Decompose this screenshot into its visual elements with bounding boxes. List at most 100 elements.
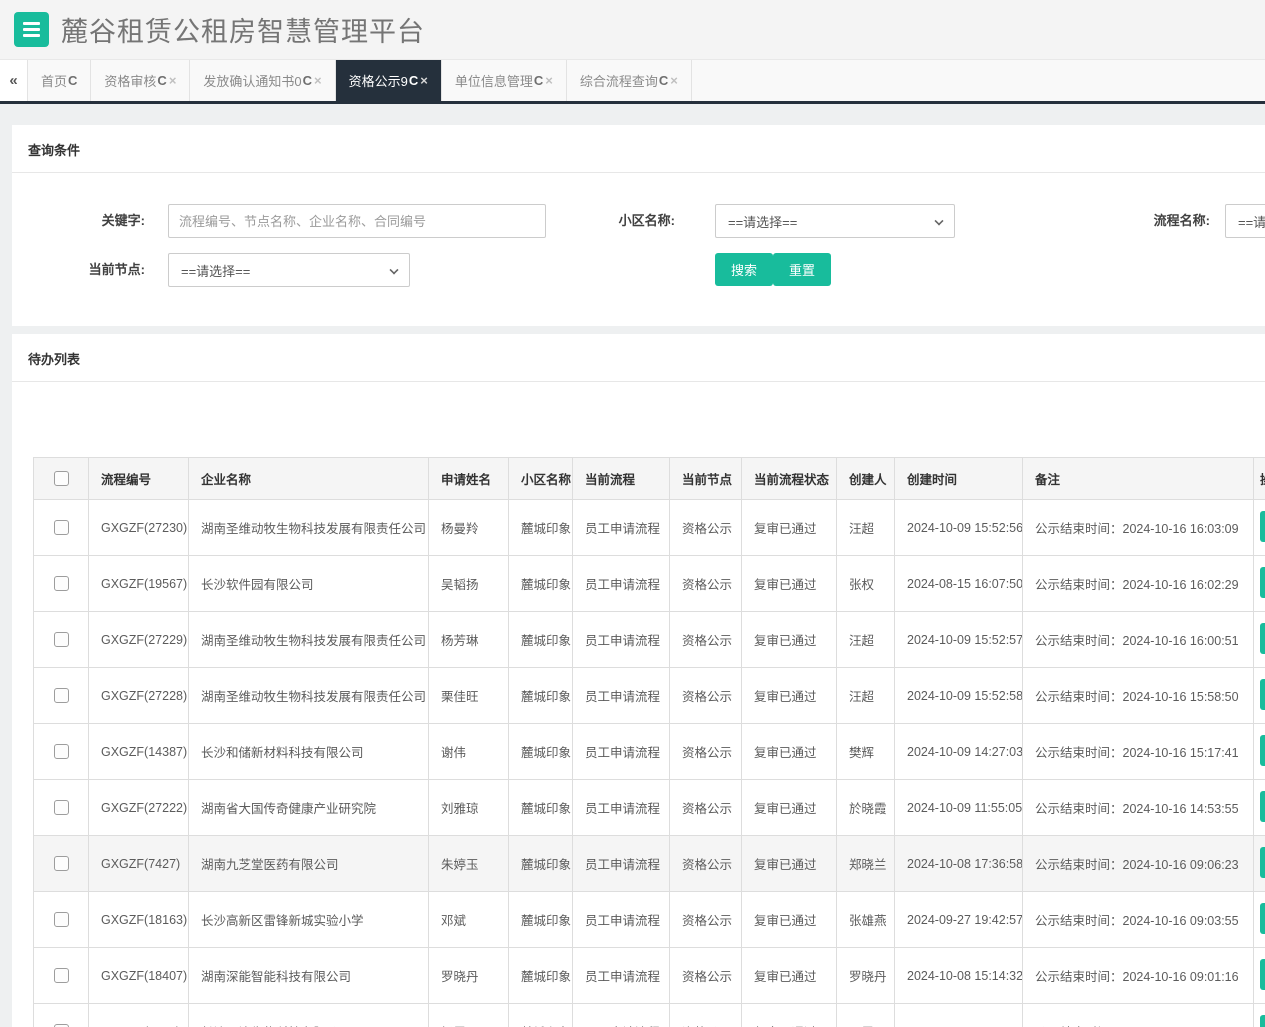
cell-process-no: GXGZF(18163) (89, 892, 189, 948)
refresh-icon[interactable]: C (659, 73, 668, 88)
search-button[interactable]: 搜索 (715, 253, 773, 286)
cell-creator: 汪超 (837, 500, 895, 556)
table-row: GXGZF(14387)长沙和储新材料科技有限公司谢伟麓城印象员工申请流程资格公… (34, 724, 1265, 780)
column-header-current-node: 当前节点 (670, 458, 742, 500)
menu-toggle-button[interactable] (14, 12, 49, 47)
table-row: GXGZF(27229)湖南圣维动牧生物科技发展有限责任公司杨芳琳麓城印象员工申… (34, 612, 1265, 668)
cell-applicant: 杨芳琳 (429, 612, 509, 668)
row-checkbox[interactable] (54, 576, 69, 591)
collapse-tabs-button[interactable]: « (0, 60, 28, 101)
row-action-button[interactable] (1260, 847, 1265, 878)
refresh-icon[interactable]: C (157, 73, 166, 88)
cell-company: 湖南省大国传奇健康产业研究院 (189, 780, 429, 836)
row-action-button[interactable] (1260, 567, 1265, 598)
row-action-button[interactable] (1260, 903, 1265, 934)
cell-remark: 公示结束时间：2024-10-16 09:06:23 (1023, 836, 1254, 892)
chevron-down-icon (934, 216, 943, 225)
cell-applicant: 谢伟 (429, 724, 509, 780)
node-label: 当前节点: (12, 253, 145, 287)
cell-process-no: GXGZF(27230) (89, 500, 189, 556)
row-checkbox-cell (34, 780, 89, 836)
row-checkbox[interactable] (54, 800, 69, 815)
row-checkbox[interactable] (54, 968, 69, 983)
cell-applicant: 邓斌 (429, 892, 509, 948)
row-checkbox[interactable] (54, 688, 69, 703)
tab-item-2[interactable]: 发放确认通知书0C× (190, 60, 335, 101)
close-icon[interactable]: × (670, 73, 678, 88)
keyword-input[interactable] (168, 204, 546, 238)
select-all-checkbox[interactable] (54, 471, 69, 486)
cell-applicant: 刘雅琼 (429, 780, 509, 836)
cell-current-process: 员工申请流程 (573, 668, 670, 724)
row-action-button[interactable] (1260, 511, 1265, 542)
cell-community: 麓城印象 (509, 556, 573, 612)
node-select[interactable]: ==请选择== (168, 253, 410, 287)
cell-process-status: 复审已通过 (742, 724, 837, 780)
todo-table: 流程编号企业名称申请姓名小区名称当前流程当前节点当前流程状态创建人创建时间备注操… (33, 457, 1265, 1027)
cell-remark: 公示结束时间：2024-10-16 14:53:55 (1023, 780, 1254, 836)
refresh-icon[interactable]: C (534, 73, 543, 88)
refresh-icon[interactable]: C (68, 73, 77, 88)
tab-bar: « 首页C资格审核C×发放确认通知书0C×资格公示9C×单位信息管理C×综合流程… (0, 60, 1265, 104)
refresh-icon[interactable]: C (303, 73, 312, 88)
cell-creator: 易露 (837, 1004, 895, 1027)
row-checkbox[interactable] (54, 632, 69, 647)
row-action-button[interactable] (1260, 623, 1265, 654)
row-checkbox[interactable] (54, 744, 69, 759)
cell-current-process: 员工申请流程 (573, 500, 670, 556)
query-panel-title: 查询条件 (12, 125, 1265, 173)
cell-company: 湖南圣维动牧生物科技发展有限责任公司 (189, 668, 429, 724)
row-checkbox[interactable] (54, 912, 69, 927)
tab-item-5[interactable]: 综合流程查询C× (567, 60, 692, 101)
cell-created-time: 2024-10-09 15:52:56 (895, 500, 1023, 556)
row-action-button[interactable] (1260, 1015, 1265, 1027)
close-icon[interactable]: × (314, 73, 322, 88)
cell-actions (1254, 836, 1265, 892)
reset-button[interactable]: 重置 (773, 253, 831, 286)
column-header-process-status: 当前流程状态 (742, 458, 837, 500)
cell-current-process: 员工申请流程 (573, 1004, 670, 1027)
keyword-label: 关键字: (12, 204, 145, 238)
process-select[interactable]: ==请选择== (1225, 204, 1265, 238)
tab-label: 资格公示9 (349, 71, 408, 90)
row-checkbox-cell (34, 556, 89, 612)
table-row: GXGZF(27228)湖南圣维动牧生物科技发展有限责任公司栗佳旺麓城印象员工申… (34, 668, 1265, 724)
tab-item-1[interactable]: 资格审核C× (91, 60, 190, 101)
cell-community: 麓城印象 (509, 500, 573, 556)
row-action-button[interactable] (1260, 679, 1265, 710)
row-checkbox[interactable] (54, 520, 69, 535)
column-header-current-process: 当前流程 (573, 458, 670, 500)
cell-created-time: 2024-10-09 15:52:57 (895, 612, 1023, 668)
column-header-actions: 操作 (1254, 458, 1265, 500)
close-icon[interactable]: × (545, 73, 553, 88)
tab-item-3[interactable]: 资格公示9C× (336, 60, 442, 101)
cell-process-status: 复审已通过 (742, 668, 837, 724)
cell-remark: 公示结束时间：2024-10-16 16:00:51 (1023, 612, 1254, 668)
column-header-created-time: 创建时间 (895, 458, 1023, 500)
cell-process-status: 复审已通过 (742, 500, 837, 556)
cell-current-node: 资格公示 (670, 668, 742, 724)
community-select[interactable]: ==请选择== (715, 204, 955, 238)
row-checkbox-cell (34, 668, 89, 724)
cell-current-process: 员工申请流程 (573, 612, 670, 668)
row-checkbox-cell (34, 1004, 89, 1027)
row-checkbox[interactable] (54, 856, 69, 871)
close-icon[interactable]: × (420, 73, 428, 88)
column-header-company: 企业名称 (189, 458, 429, 500)
tab-item-4[interactable]: 单位信息管理C× (442, 60, 567, 101)
cell-current-node: 资格公示 (670, 836, 742, 892)
column-header-remark: 备注 (1023, 458, 1254, 500)
refresh-icon[interactable]: C (409, 73, 418, 88)
cell-process-status: 复审已通过 (742, 948, 837, 1004)
row-action-button[interactable] (1260, 791, 1265, 822)
cell-current-node: 资格公示 (670, 1004, 742, 1027)
cell-remark: 公示结束时间：2024-10-16 15:58:50 (1023, 668, 1254, 724)
row-action-button[interactable] (1260, 959, 1265, 990)
table-header-row: 流程编号企业名称申请姓名小区名称当前流程当前节点当前流程状态创建人创建时间备注操… (34, 458, 1265, 500)
cell-community: 麓城印象 (509, 668, 573, 724)
cell-actions (1254, 500, 1265, 556)
close-icon[interactable]: × (169, 73, 177, 88)
cell-current-process: 员工申请流程 (573, 724, 670, 780)
row-action-button[interactable] (1260, 735, 1265, 766)
tab-item-0[interactable]: 首页C (28, 60, 91, 101)
